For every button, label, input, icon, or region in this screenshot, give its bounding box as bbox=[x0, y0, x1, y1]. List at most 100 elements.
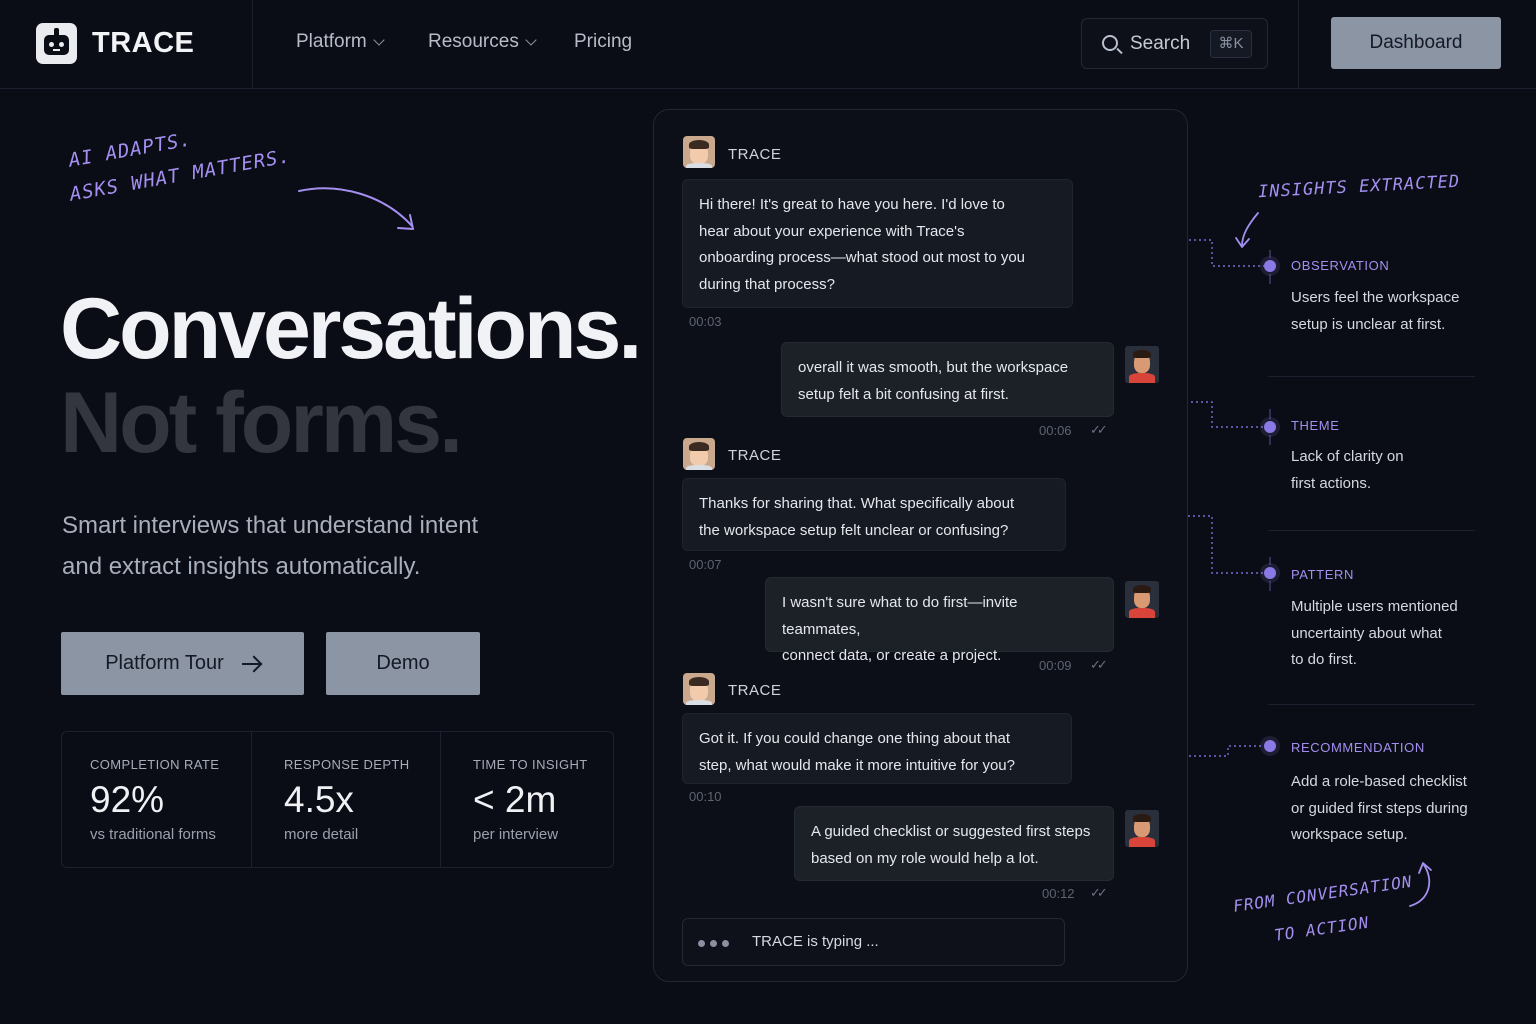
typing-text: TRACE is typing ... bbox=[752, 933, 879, 950]
bot-avatar bbox=[683, 438, 715, 470]
message-line: during that process? bbox=[699, 275, 835, 293]
message-line: overall it was smooth, but the workspace bbox=[798, 359, 1069, 376]
stat-note: per interview bbox=[473, 826, 559, 843]
typing-dot bbox=[722, 940, 729, 947]
message-line: Got it. If you could change one thing ab… bbox=[699, 730, 1011, 747]
message-line: based on my role would help a lot. bbox=[811, 849, 1039, 867]
message-time: 00:06 bbox=[1039, 423, 1072, 438]
headline-secondary: Not forms. bbox=[60, 375, 463, 471]
nav-resources-label: Resources bbox=[428, 31, 519, 52]
message-line: step, what would make it more intuitive … bbox=[699, 756, 1015, 774]
insight-line: setup is unclear at first. bbox=[1291, 315, 1446, 333]
demo-button[interactable]: Demo bbox=[326, 632, 480, 695]
user-message: I wasn't sure what to do first—invite te… bbox=[765, 577, 1114, 664]
bot-message: Hi there! It's great to have you here. I… bbox=[682, 179, 1073, 308]
stat-label: RESPONSE DEPTH bbox=[284, 757, 410, 772]
stat-note: vs traditional forms bbox=[90, 826, 216, 843]
message-line: I wasn't sure what to do first—invite te… bbox=[782, 594, 1018, 638]
stat-note: more detail bbox=[284, 826, 359, 843]
insight-line: Lack of clarity on bbox=[1291, 448, 1404, 465]
insight-theme-text: Lack of clarity on first actions. bbox=[1291, 444, 1404, 497]
message-line: hear about your experience with Trace's bbox=[699, 222, 965, 240]
message-time: 00:03 bbox=[689, 314, 722, 329]
insight-title: OBSERVATION bbox=[1291, 258, 1390, 273]
nav-platform[interactable]: Platform bbox=[296, 31, 385, 53]
bot-avatar bbox=[683, 136, 715, 168]
message-line: setup felt a bit confusing at first. bbox=[798, 385, 1009, 403]
stat-completion-rate: COMPLETION RATE 92% vs traditional forms bbox=[62, 732, 251, 867]
insight-node-icon bbox=[1264, 740, 1276, 752]
bot-avatar bbox=[683, 673, 715, 705]
read-receipt-icon: ✓✓ bbox=[1090, 885, 1108, 900]
bot-name: TRACE bbox=[728, 682, 782, 699]
nav-divider bbox=[252, 0, 253, 88]
insight-line: Users feel the workspace bbox=[1291, 289, 1460, 306]
footer-annotation: FROM CONVERSATION bbox=[1232, 871, 1414, 916]
search-shortcut: ⌘K bbox=[1210, 30, 1252, 58]
insight-pattern-text: Multiple users mentioned uncertainty abo… bbox=[1291, 594, 1458, 674]
message-time: 00:07 bbox=[689, 557, 722, 572]
hero-subtitle: Smart interviews that understand intent … bbox=[62, 505, 522, 587]
insight-line: workspace setup. bbox=[1291, 826, 1408, 843]
platform-tour-label: Platform Tour bbox=[105, 652, 224, 674]
bot-name: TRACE bbox=[728, 146, 782, 163]
insight-title: THEME bbox=[1291, 418, 1340, 433]
top-nav: TRACE Platform Resources Pricing Search … bbox=[0, 0, 1536, 89]
robot-logo-icon[interactable] bbox=[36, 23, 77, 64]
insight-line: to do first. bbox=[1291, 651, 1357, 668]
message-line: onboarding process—what stood out most t… bbox=[699, 249, 1026, 266]
insight-node-icon bbox=[1264, 567, 1276, 579]
nav-platform-label: Platform bbox=[296, 31, 367, 52]
typing-dot bbox=[710, 940, 717, 947]
stat-time-to-insight: TIME TO INSIGHT < 2m per interview bbox=[440, 732, 614, 867]
user-avatar bbox=[1125, 810, 1159, 847]
insight-divider bbox=[1268, 530, 1475, 531]
platform-tour-button[interactable]: Platform Tour bbox=[61, 632, 304, 695]
nav-resources[interactable]: Resources bbox=[428, 31, 537, 53]
insight-line: or guided first steps during bbox=[1291, 799, 1468, 817]
stat-value: < 2m bbox=[473, 779, 557, 820]
insight-line: Add a role-based checklist bbox=[1291, 773, 1467, 790]
nav-pricing-label: Pricing bbox=[574, 31, 633, 52]
message-time: 00:09 bbox=[1039, 658, 1072, 673]
insight-divider bbox=[1268, 376, 1475, 377]
hero-subtitle-line: and extract insights automatically. bbox=[62, 553, 421, 580]
stat-response-depth: RESPONSE DEPTH 4.5x more detail bbox=[251, 732, 440, 867]
bot-message: Thanks for sharing that. What specifical… bbox=[682, 478, 1066, 551]
message-line: the workspace setup felt unclear or conf… bbox=[699, 521, 1009, 539]
insight-observation-text: Users feel the workspace setup is unclea… bbox=[1291, 285, 1459, 338]
insight-divider bbox=[1268, 704, 1475, 705]
insight-line: first actions. bbox=[1291, 474, 1372, 492]
message-line: A guided checklist or suggested first st… bbox=[811, 823, 1091, 840]
hero-subtitle-line: Smart interviews that understand intent bbox=[62, 512, 479, 539]
brand-name[interactable]: TRACE bbox=[92, 27, 194, 60]
nav-divider bbox=[1298, 0, 1299, 88]
user-message: overall it was smooth, but the workspace… bbox=[781, 342, 1114, 417]
insight-title: RECOMMENDATION bbox=[1291, 740, 1425, 755]
arrow-right-icon bbox=[241, 662, 260, 665]
bot-name: TRACE bbox=[728, 447, 782, 464]
dashboard-button[interactable]: Dashboard bbox=[1331, 17, 1501, 69]
user-avatar bbox=[1125, 581, 1159, 618]
insight-line: uncertainty about what bbox=[1291, 624, 1442, 642]
insight-node-icon bbox=[1264, 421, 1276, 433]
read-receipt-icon: ✓✓ bbox=[1090, 657, 1108, 672]
stats-panel: COMPLETION RATE 92% vs traditional forms… bbox=[61, 731, 614, 868]
search-button[interactable]: Search ⌘K bbox=[1081, 18, 1268, 69]
stat-value: 92% bbox=[90, 779, 165, 820]
message-time: 00:10 bbox=[689, 789, 722, 804]
search-icon bbox=[1102, 35, 1118, 51]
nav-pricing[interactable]: Pricing bbox=[574, 31, 632, 53]
user-avatar bbox=[1125, 346, 1159, 383]
stat-value: 4.5x bbox=[284, 779, 354, 820]
typing-indicator: TRACE is typing ... bbox=[682, 918, 1065, 966]
footer-annotation: TO ACTION bbox=[1273, 912, 1371, 945]
stat-label: TIME TO INSIGHT bbox=[473, 757, 588, 772]
insight-node-icon bbox=[1264, 260, 1276, 272]
message-line: Hi there! It's great to have you here. I… bbox=[699, 196, 1005, 213]
insight-recommendation-text: Add a role-based checklist or guided fir… bbox=[1291, 769, 1468, 849]
search-label: Search bbox=[1130, 33, 1191, 54]
headline-primary: Conversations. bbox=[60, 281, 642, 377]
message-line: Thanks for sharing that. What specifical… bbox=[699, 495, 1015, 512]
insights-heading: INSIGHTS EXTRACTED bbox=[1257, 171, 1461, 203]
